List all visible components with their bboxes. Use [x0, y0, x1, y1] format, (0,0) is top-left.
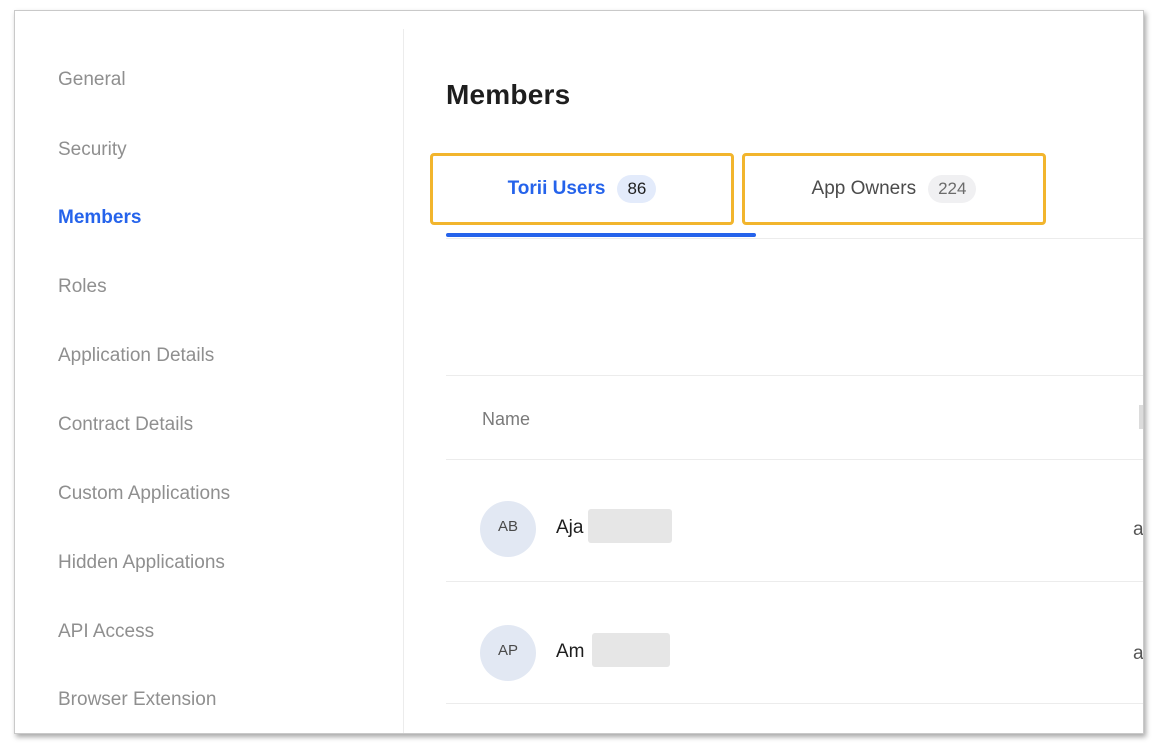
tab-label: App Owners — [811, 178, 917, 199]
count-badge: 224 — [928, 175, 977, 203]
redaction-block — [588, 509, 672, 543]
sidebar-item-application-details[interactable]: Application Details — [58, 345, 214, 367]
tabs-divider — [446, 238, 1143, 239]
members-panel: Members Torii Users 86 App Owners 224 Na… — [404, 11, 1143, 733]
truncated-cell: a — [1133, 643, 1143, 664]
member-name: Aja — [556, 517, 583, 539]
sidebar-item-hidden-applications[interactable]: Hidden Applications — [58, 552, 225, 574]
table-row[interactable]: AB Aja a — [446, 471, 1143, 581]
sidebar-item-api-access[interactable]: API Access — [58, 621, 154, 643]
row-divider — [446, 703, 1143, 704]
sidebar-item-browser-extension[interactable]: Browser Extension — [58, 689, 216, 711]
page-title: Members — [446, 79, 571, 110]
avatar: AP — [480, 625, 536, 681]
sidebar-item-members[interactable]: Members — [58, 207, 141, 229]
settings-window: General Security Members Roles Applicati… — [14, 10, 1144, 734]
settings-sidebar: General Security Members Roles Applicati… — [15, 11, 403, 733]
sidebar-item-roles[interactable]: Roles — [58, 276, 107, 298]
row-divider — [446, 581, 1143, 582]
column-header-name[interactable]: Name — [482, 409, 530, 430]
header-divider — [446, 459, 1143, 460]
active-tab-indicator — [446, 233, 756, 237]
tab-app-owners[interactable]: App Owners 224 — [742, 153, 1046, 225]
table-row[interactable]: AP Amz a — [446, 595, 1143, 705]
table-top-divider — [446, 375, 1143, 376]
avatar: AB — [480, 501, 536, 557]
sidebar-item-general[interactable]: General — [58, 69, 126, 91]
count-badge: 86 — [617, 175, 657, 203]
tab-torii-users[interactable]: Torii Users 86 — [430, 153, 734, 225]
sidebar-item-security[interactable]: Security — [58, 139, 127, 161]
member-name-visible: Am — [556, 641, 585, 662]
tab-label: Torii Users — [507, 178, 606, 199]
truncated-cell: a — [1133, 519, 1143, 540]
redaction-block — [592, 633, 670, 667]
column-header-edge — [1139, 405, 1143, 429]
sidebar-item-contract-details[interactable]: Contract Details — [58, 414, 193, 436]
sidebar-item-custom-applications[interactable]: Custom Applications — [58, 483, 230, 505]
member-name-visible: Aja — [556, 517, 584, 538]
